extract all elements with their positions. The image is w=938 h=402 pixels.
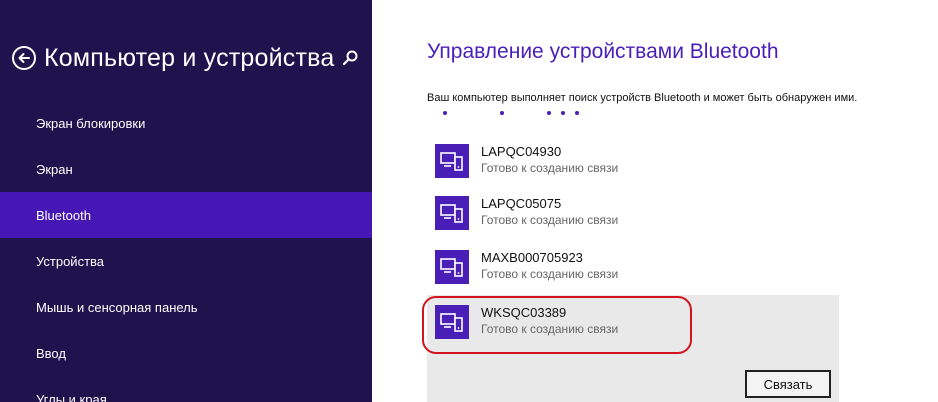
- back-arrow-circle-icon[interactable]: [12, 46, 36, 70]
- sidebar: Компьютер и устройства Экран блокировки …: [0, 0, 372, 402]
- sidebar-item-label: Экран: [36, 161, 73, 177]
- pair-button[interactable]: Связать: [745, 370, 831, 398]
- device-name: WKSQC03389: [481, 305, 567, 320]
- device-icon: [435, 305, 469, 339]
- progress-dot: [500, 111, 504, 115]
- device-status: Готово к созданию связи: [481, 322, 619, 336]
- sidebar-item-label: Ввод: [36, 345, 66, 361]
- device-icon: [435, 144, 469, 178]
- progress-dot: [575, 111, 579, 115]
- device-name: LAPQC04930: [481, 144, 562, 159]
- progress-dot: [547, 111, 551, 115]
- device-text: WKSQC03389 Готово к созданию связи: [481, 305, 618, 337]
- sidebar-item-label: Bluetooth: [36, 207, 91, 223]
- device-status: Готово к созданию связи: [481, 213, 619, 227]
- sidebar-item-label: Мышь и сенсорная панель: [36, 299, 198, 315]
- sidebar-item-typing[interactable]: Ввод: [0, 330, 372, 376]
- device-status: Готово к созданию связи: [481, 267, 619, 281]
- device-icon: [435, 196, 469, 230]
- sidebar-item-bluetooth[interactable]: Bluetooth: [0, 192, 372, 238]
- device-list-item[interactable]: LAPQC04930 Готово к созданию связи: [427, 140, 839, 190]
- sidebar-item-label: Экран блокировки: [36, 115, 146, 131]
- device-list-item[interactable]: MAXB000705923 Готово к созданию связи: [427, 246, 839, 296]
- device-name: LAPQC05075: [481, 196, 562, 211]
- progress-dots: [427, 108, 667, 118]
- device-list-item-selected[interactable]: WKSQC03389 Готово к созданию связи: [427, 301, 839, 351]
- sidebar-item-display[interactable]: Экран: [0, 146, 372, 192]
- sidebar-item-label: Углы и края: [36, 391, 107, 402]
- progress-dot: [443, 111, 447, 115]
- progress-dot: [561, 111, 565, 115]
- device-name: MAXB000705923: [481, 250, 583, 265]
- sidebar-item-devices[interactable]: Устройства: [0, 238, 372, 284]
- sidebar-item-lock-screen[interactable]: Экран блокировки: [0, 100, 372, 146]
- device-icon: [435, 250, 469, 284]
- device-list-item[interactable]: LAPQC05075 Готово к созданию связи: [427, 192, 839, 242]
- search-status-text: Ваш компьютер выполняет поиск устройств …: [427, 92, 858, 104]
- sidebar-item-label: Устройства: [36, 253, 105, 269]
- search-icon[interactable]: [340, 48, 360, 68]
- sidebar-nav: Экран блокировки Экран Bluetooth Устройс…: [0, 100, 372, 402]
- device-text: MAXB000705923 Готово к созданию связи: [481, 250, 618, 282]
- sidebar-item-mouse-touchpad[interactable]: Мышь и сенсорная панель: [0, 284, 372, 330]
- sidebar-item-corners-edges[interactable]: Углы и края: [0, 376, 372, 402]
- main-content: Управление устройствами Bluetooth Ваш ко…: [372, 0, 938, 402]
- device-status: Готово к созданию связи: [481, 161, 619, 175]
- sidebar-header: Компьютер и устройства: [12, 38, 362, 78]
- device-text: LAPQC05075 Готово к созданию связи: [481, 196, 618, 228]
- device-text: LAPQC04930 Готово к созданию связи: [481, 144, 618, 176]
- sidebar-title: Компьютер и устройства: [44, 43, 335, 72]
- page-title: Управление устройствами Bluetooth: [427, 40, 779, 63]
